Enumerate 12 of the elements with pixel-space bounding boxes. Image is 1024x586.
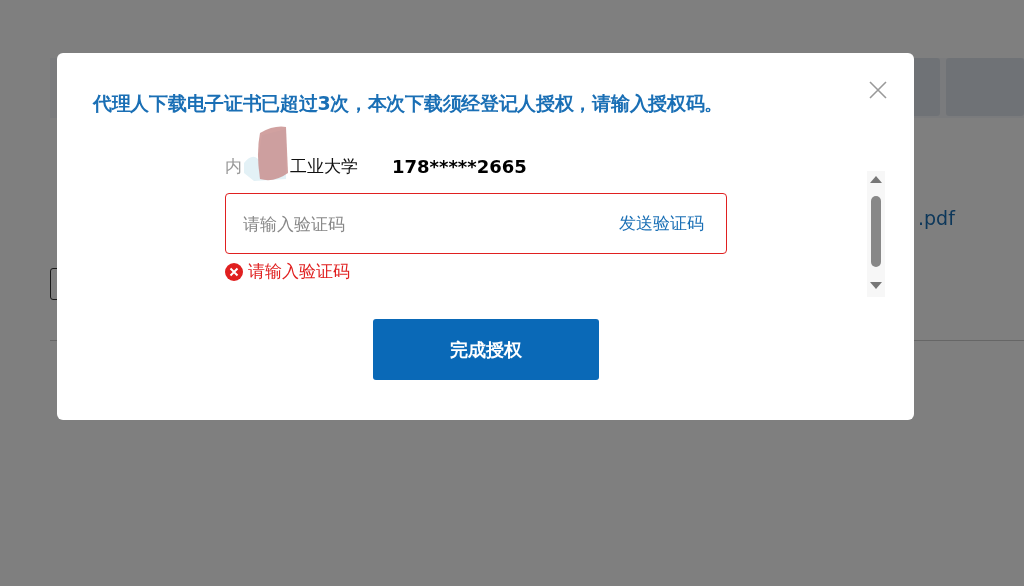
send-code-link[interactable]: 发送验证码 — [619, 212, 704, 235]
dialog-title: 代理人下载电子证书已超过3次，本次下载须经登记人授权，请输入授权码。 — [93, 91, 725, 116]
file-link[interactable]: .pdf — [918, 207, 955, 229]
error-icon — [225, 262, 243, 281]
scrollbar[interactable] — [867, 171, 885, 297]
organization-name: 内 — [225, 154, 242, 178]
error-message: 请输入验证码 — [248, 260, 350, 283]
verification-code-field[interactable]: 请输入验证码 发送验证码 — [225, 193, 727, 254]
submit-button[interactable]: 完成授权 — [373, 319, 599, 380]
close-icon[interactable] — [869, 81, 887, 99]
organization-name: 工业大学 — [290, 154, 358, 178]
phone-number: 178*****2665 — [392, 155, 527, 177]
